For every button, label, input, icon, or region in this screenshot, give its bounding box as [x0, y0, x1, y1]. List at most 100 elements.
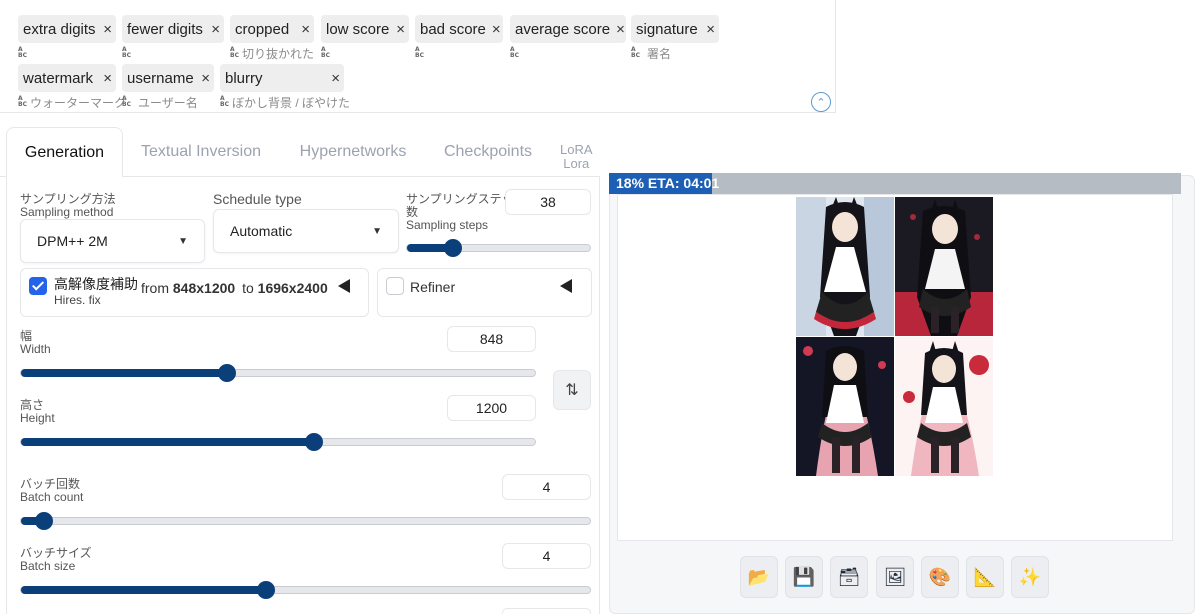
generated-image-4[interactable]	[895, 337, 993, 476]
slider-fill	[21, 438, 314, 446]
batch-count-slider[interactable]	[20, 512, 591, 530]
tag-chip[interactable]: fewer digits ×	[122, 15, 224, 43]
to-text: to	[242, 280, 254, 296]
close-icon[interactable]: ×	[706, 21, 715, 38]
close-icon[interactable]: ×	[616, 21, 625, 38]
send-to-inpaint-icon[interactable]: 🎨	[921, 556, 959, 598]
tag-chip[interactable]: cropped ×	[230, 15, 314, 43]
height-label-en: Height	[20, 411, 55, 425]
slider-fill	[21, 369, 227, 377]
tab-lora[interactable]: LoRA Lora	[560, 143, 593, 171]
send-to-extras-icon[interactable]: 📐	[966, 556, 1004, 598]
translate-icon: A BC	[415, 46, 424, 59]
swap-dimensions-button[interactable]: ⇅	[553, 370, 591, 410]
slider-thumb[interactable]	[304, 433, 323, 451]
translate-icon: A BC	[18, 95, 27, 108]
caret-down-icon: ▼	[372, 225, 382, 237]
hires-fix-checkbox[interactable]	[29, 277, 47, 295]
tag-translation: A BC ぼかし背景 / ぼやけた	[220, 94, 350, 110]
batch-count-input[interactable]: 4	[502, 474, 591, 500]
tab-checkpoints[interactable]: Checkpoints	[432, 127, 544, 177]
height-input[interactable]: 1200	[447, 395, 536, 421]
close-icon[interactable]: ×	[201, 70, 210, 87]
translate-icon: A BC	[122, 46, 131, 59]
width-input[interactable]: 848	[447, 326, 536, 352]
tag-chip[interactable]: extra digits ×	[18, 15, 116, 43]
tag-chip[interactable]: watermark ×	[18, 64, 116, 92]
send-to-img2img-icon[interactable]: 🖼	[876, 556, 914, 598]
batch-size-slider[interactable]	[20, 581, 591, 599]
tag-chip[interactable]: low score ×	[321, 15, 409, 43]
translate-icon: A BC	[122, 95, 131, 108]
translate-icon: A BC	[220, 95, 229, 108]
slider-thumb[interactable]	[443, 239, 462, 257]
slider-fill	[21, 586, 266, 594]
sampling-steps-slider[interactable]	[406, 239, 591, 257]
tab-generation[interactable]: Generation	[6, 127, 123, 178]
sparkle-icon[interactable]: ✨	[1011, 556, 1049, 598]
tag-translation: A BC	[18, 45, 116, 61]
refiner-checkbox[interactable]	[386, 277, 404, 295]
tag-watermark[interactable]: watermark × A BC ウォーターマーク	[18, 64, 126, 126]
tab-textual-inversion[interactable]: Textual Inversion	[128, 127, 274, 177]
tag-chip[interactable]: average score ×	[510, 15, 626, 43]
tag-translation: A BC	[122, 45, 224, 61]
sampling-steps-input[interactable]: 38	[505, 189, 591, 215]
tag-username[interactable]: username × A BC ユーザー名	[122, 64, 214, 126]
tag-chip[interactable]: username ×	[122, 64, 214, 92]
batch-size-input[interactable]: 4	[502, 543, 591, 569]
tab-hypernetworks[interactable]: Hypernetworks	[286, 127, 420, 177]
zip-icon[interactable]: 🗃	[830, 556, 868, 598]
close-icon[interactable]: ×	[492, 21, 501, 38]
generated-image-3[interactable]	[796, 337, 894, 476]
batch-count-label-en: Batch count	[20, 490, 84, 504]
tag-label: cropped	[235, 20, 290, 38]
tag-chip[interactable]: blurry ×	[220, 64, 344, 92]
tag-average-score[interactable]: average score × A BC	[510, 15, 626, 77]
tag-label: fewer digits	[127, 20, 203, 38]
to-value: 1696x2400	[257, 280, 328, 296]
collapse-triangle-icon[interactable]	[560, 279, 572, 293]
close-icon[interactable]: ×	[396, 21, 405, 38]
tab-lora-line2: Lora	[563, 156, 590, 171]
translate-icon: A BC	[631, 46, 640, 59]
translation-text: ぼかし背景 / ぼやけた	[231, 95, 350, 110]
translate-icon: A BC	[18, 46, 27, 59]
tag-label: signature	[636, 20, 698, 38]
main-tabs: Generation Textual Inversion Hypernetwor…	[0, 127, 600, 178]
from-value: 848x1200	[172, 280, 236, 296]
tag-bad-score[interactable]: bad score × A BC	[415, 15, 503, 77]
tag-chip[interactable]: signature ×	[631, 15, 719, 43]
schedule-type-dropdown[interactable]: Automatic ▼	[213, 209, 399, 253]
slider-thumb[interactable]	[256, 581, 275, 599]
translation-text: 署名	[647, 46, 672, 61]
tag-blurry[interactable]: blurry × A BC ぼかし背景 / ぼやけた	[220, 64, 350, 126]
close-icon[interactable]: ×	[331, 70, 340, 87]
collapse-icon[interactable]: ⌃	[811, 92, 831, 112]
tag-chip[interactable]: bad score ×	[415, 15, 503, 43]
height-slider[interactable]	[20, 433, 536, 451]
slider-thumb[interactable]	[34, 512, 53, 530]
schedule-type-value: Automatic	[230, 223, 293, 239]
sampling-method-dropdown[interactable]: DPM++ 2M ▼	[20, 219, 205, 263]
close-icon[interactable]: ×	[301, 21, 310, 38]
save-icon[interactable]: 💾	[785, 556, 823, 598]
tag-label: average score	[515, 20, 611, 38]
tag-translation: A BC ユーザー名	[122, 94, 214, 110]
close-icon[interactable]: ×	[103, 70, 112, 87]
slider-thumb[interactable]	[217, 364, 236, 382]
tag-signature[interactable]: signature × A BC 署名	[631, 15, 719, 77]
tag-translation: A BC 切り抜かれた	[230, 45, 314, 61]
sampling-method-label-en: Sampling method	[20, 205, 114, 219]
width-slider[interactable]	[20, 364, 536, 382]
collapse-triangle-icon[interactable]	[338, 279, 350, 293]
close-icon[interactable]: ×	[211, 21, 220, 38]
close-icon[interactable]: ×	[103, 21, 112, 38]
folder-icon[interactable]: 📂	[740, 556, 778, 598]
tag-label: watermark	[23, 69, 94, 87]
clipped-input	[502, 608, 591, 614]
hires-fix-label-en: Hires. fix	[54, 293, 101, 307]
generated-image-2[interactable]	[895, 197, 993, 336]
tag-label: username	[127, 69, 194, 87]
generated-image-1[interactable]	[796, 197, 894, 336]
